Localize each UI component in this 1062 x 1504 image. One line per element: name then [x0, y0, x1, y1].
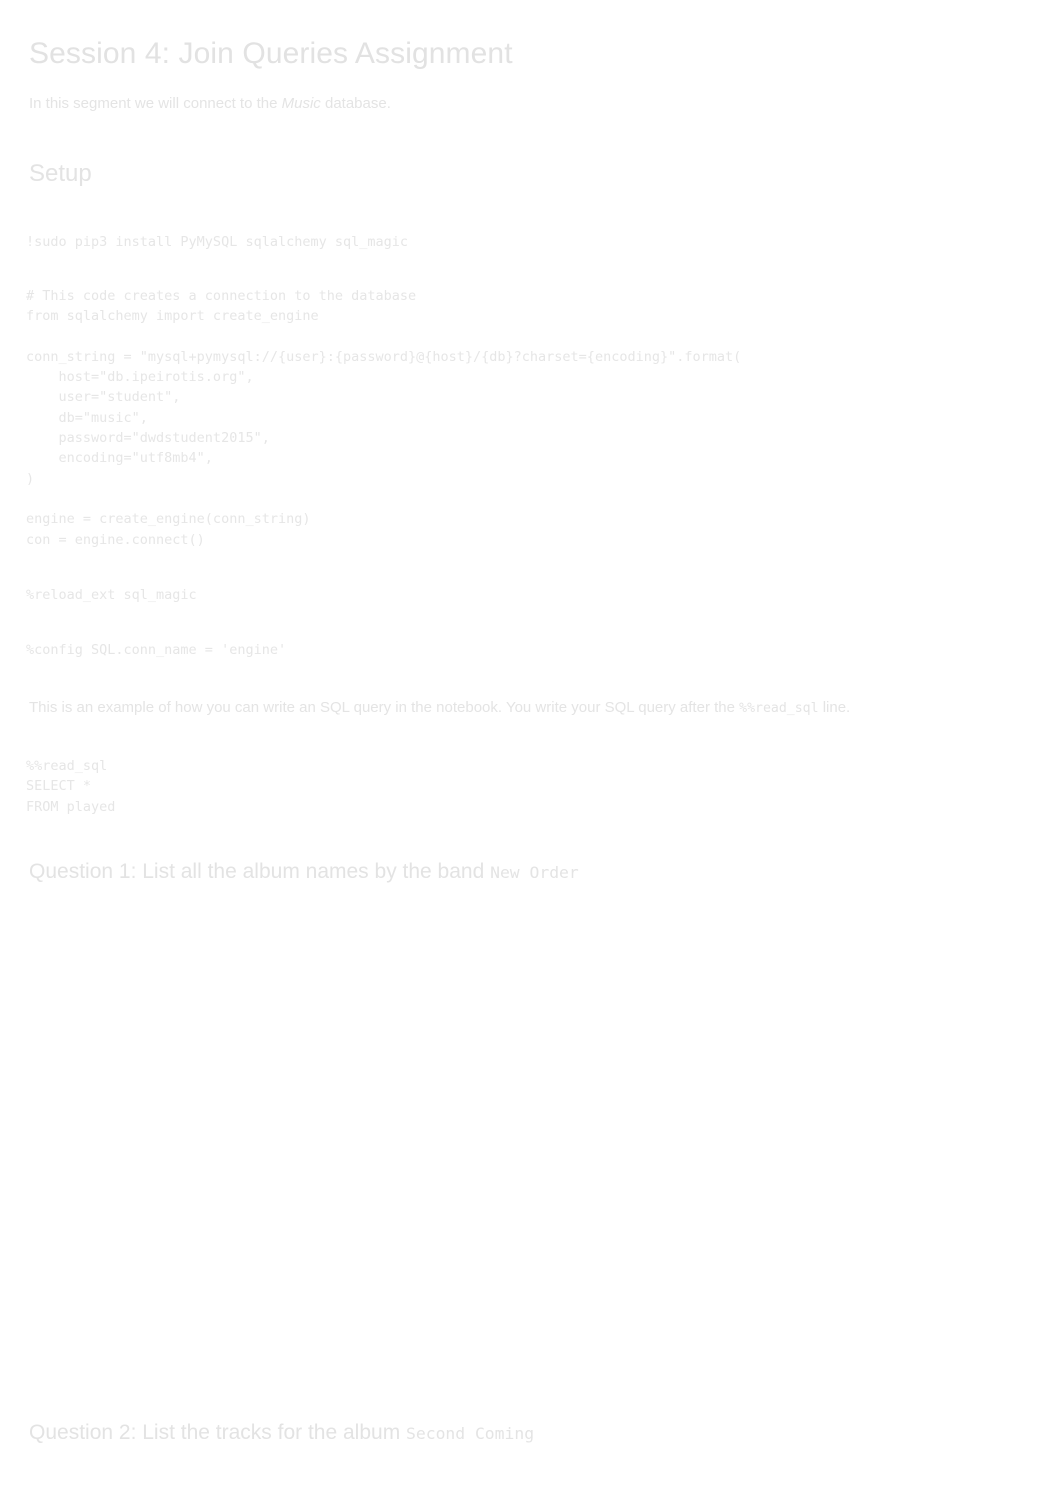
inline-code-read-sql: %%read_sql: [739, 701, 819, 716]
code-cell-install[interactable]: !sudo pip3 install PyMySQL sqlalchemy sq…: [26, 232, 408, 252]
setup-heading: Setup: [29, 160, 92, 187]
intro-text-before: In this segment we will connect to the: [29, 95, 282, 112]
intro-paragraph: In this segment we will connect to the M…: [29, 93, 391, 115]
question-1-answer-area[interactable]: [0, 900, 1062, 1420]
code-cell-connection[interactable]: # This code creates a connection to the …: [26, 286, 741, 550]
code-cell-example-query[interactable]: %%read_sql SELECT * FROM played: [26, 756, 115, 817]
question-2-heading: Question 2: List the tracks for the albu…: [29, 1418, 534, 1449]
code-cell-config[interactable]: %config SQL.conn_name = 'engine': [26, 640, 286, 660]
intro-text-after: database.: [320, 95, 391, 112]
example-note-paragraph: This is an example of how you can write …: [29, 697, 850, 720]
question-1-heading: Question 1: List all the album names by …: [29, 857, 579, 888]
code-cell-reload-ext[interactable]: %reload_ext sql_magic: [26, 585, 197, 605]
question-1-text: Question 1: List all the album names by …: [29, 860, 491, 883]
notebook-page: Session 4: Join Queries Assignment In th…: [0, 0, 1062, 1504]
example-note-after: line.: [818, 699, 851, 716]
example-note-before: This is an example of how you can write …: [29, 699, 740, 716]
page-title: Session 4: Join Queries Assignment: [29, 37, 513, 70]
intro-emphasis-music: Music: [281, 95, 321, 112]
inline-code-new-order: New Order: [490, 863, 579, 882]
question-2-answer-area[interactable]: [0, 1462, 1062, 1504]
question-2-text: Question 2: List the tracks for the albu…: [29, 1421, 407, 1444]
inline-code-second-coming: Second Coming: [406, 1424, 535, 1443]
